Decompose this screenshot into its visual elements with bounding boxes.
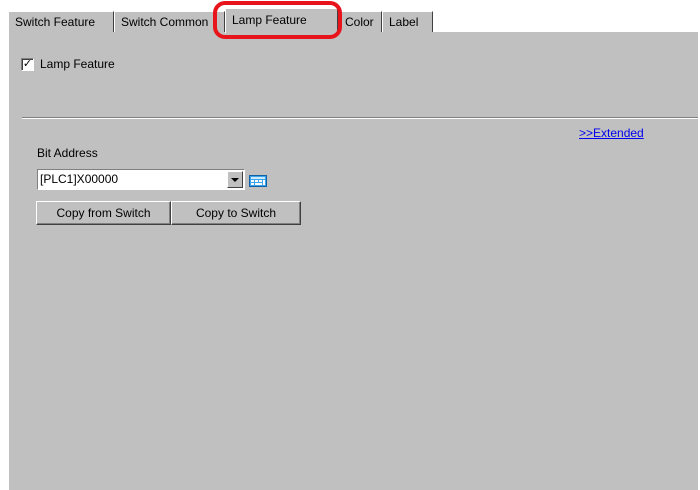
lamp-feature-checkbox-row[interactable]: ✓ Lamp Feature [21, 57, 115, 71]
keypad-icon [249, 174, 267, 187]
bit-address-combobox[interactable]: [PLC1]X00000 [37, 169, 245, 190]
tab-strip: Switch Feature Switch Common Lamp Featur… [8, 8, 698, 33]
tab-switch-feature[interactable]: Switch Feature [8, 11, 114, 32]
tab-label: Color [345, 15, 374, 29]
lamp-feature-checkbox[interactable]: ✓ [21, 57, 34, 71]
lamp-feature-label: Lamp Feature [40, 57, 115, 71]
tab-color[interactable]: Color [338, 11, 382, 32]
address-input-keypad-button[interactable] [248, 171, 268, 190]
lamp-feature-panel [8, 31, 698, 490]
tab-label: Lamp Feature [232, 13, 307, 27]
bit-address-value: [PLC1]X00000 [40, 172, 119, 186]
tab-label: Switch Feature [15, 15, 96, 29]
bit-address-label: Bit Address [37, 146, 98, 160]
tab-label: Label [389, 15, 419, 29]
chevron-down-icon [231, 177, 239, 182]
divider [22, 117, 698, 119]
dropdown-button[interactable] [227, 171, 243, 188]
tab-lamp-feature[interactable]: Lamp Feature [225, 8, 338, 33]
tab-label-tab[interactable]: Label [382, 11, 433, 32]
check-icon: ✓ [22, 57, 33, 70]
tab-label: Switch Common [121, 15, 209, 29]
copy-to-switch-button[interactable]: Copy to Switch [171, 201, 301, 225]
extended-link[interactable]: >>Extended [579, 126, 644, 140]
button-label: Copy to Switch [195, 206, 277, 220]
tab-switch-common[interactable]: Switch Common [114, 11, 225, 32]
button-label: Copy from Switch [56, 206, 151, 220]
copy-from-switch-button[interactable]: Copy from Switch [36, 201, 171, 225]
